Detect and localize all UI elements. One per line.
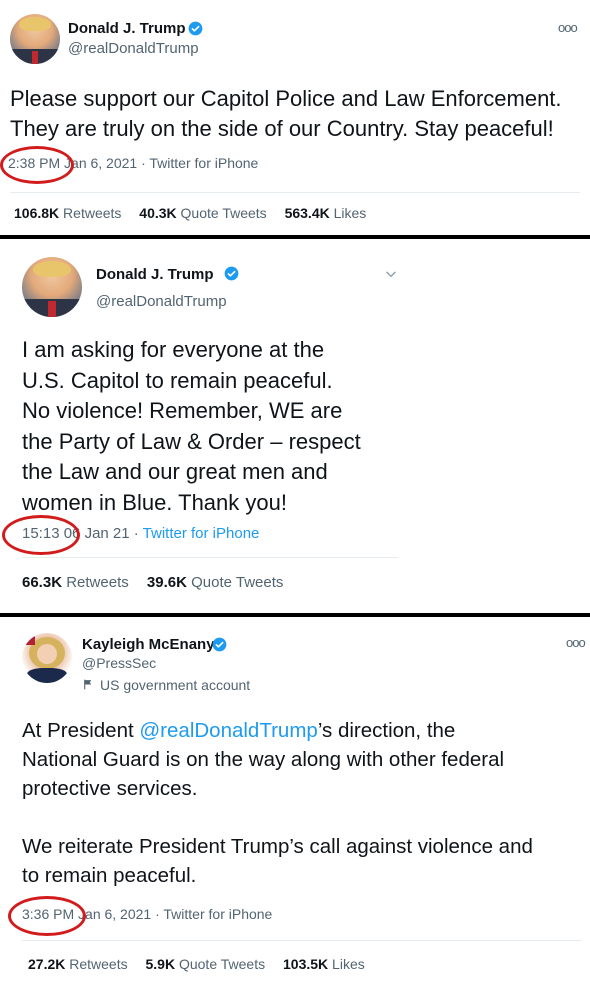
divider <box>22 557 398 558</box>
tweet-card-2: Donald J. Trump @realDonaldTrump I am as… <box>0 239 590 613</box>
divider <box>10 192 580 193</box>
author-handle[interactable]: @realDonaldTrump <box>96 293 227 310</box>
verified-badge-icon <box>212 637 227 652</box>
author-handle[interactable]: @PressSec <box>82 655 156 671</box>
more-options-icon[interactable]: ooo <box>566 635 586 650</box>
quote-tweets-stat[interactable]: 39.6K Quote Tweets <box>147 574 283 591</box>
engagement-stats: 106.8K Retweets 40.3K Quote Tweets 563.4… <box>14 205 380 221</box>
author-name[interactable]: Donald J. Trump <box>96 266 214 283</box>
quote-tweets-stat[interactable]: 5.9K Quote Tweets <box>146 956 266 972</box>
quote-tweets-stat[interactable]: 40.3K Quote Tweets <box>139 205 266 221</box>
likes-stat[interactable]: 103.5K Likes <box>283 956 365 972</box>
verified-badge-icon <box>224 266 239 281</box>
tweet-source[interactable]: Twitter for iPhone <box>163 906 272 922</box>
highlight-circle <box>8 896 86 936</box>
retweets-stat[interactable]: 66.3K Retweets <box>22 574 129 591</box>
likes-stat[interactable]: 563.4K Likes <box>285 205 367 221</box>
engagement-stats: 27.2K Retweets 5.9K Quote Tweets 103.5K … <box>28 956 379 972</box>
government-flag-icon <box>84 679 92 690</box>
more-options-icon[interactable]: ooo <box>558 20 578 35</box>
tweet-card-3: Kayleigh McEnany @PressSec ooo US govern… <box>0 617 590 985</box>
avatar[interactable] <box>22 257 82 317</box>
tweet-text: Please support our Capitol Police and La… <box>10 86 562 141</box>
verified-badge-icon <box>188 21 203 36</box>
tweet-source[interactable]: Twitter for iPhone <box>143 525 260 542</box>
retweets-stat[interactable]: 106.8K Retweets <box>14 205 121 221</box>
government-account-label: US government account <box>100 677 251 693</box>
highlight-circle <box>2 515 80 555</box>
highlight-circle <box>0 146 74 184</box>
author-name[interactable]: Donald J. Trump <box>68 20 186 37</box>
avatar[interactable] <box>22 633 72 683</box>
tweet-source[interactable]: Twitter for iPhone <box>149 155 258 171</box>
tweet-card-1: Donald J. Trump @realDonaldTrump ooo Ple… <box>0 0 590 235</box>
tweet-date[interactable]: Jan 6, 2021 <box>64 155 137 171</box>
retweets-stat[interactable]: 27.2K Retweets <box>28 956 128 972</box>
tweet-date[interactable]: Jan 6, 2021 <box>78 906 151 922</box>
engagement-stats: 66.3K Retweets 39.6K Quote Tweets <box>22 574 297 591</box>
tweet-text: I am asking for everyone at the U.S. Cap… <box>22 337 361 515</box>
author-name[interactable]: Kayleigh McEnany <box>82 636 215 653</box>
author-handle[interactable]: @realDonaldTrump <box>68 40 199 57</box>
avatar[interactable] <box>10 14 60 64</box>
divider <box>22 940 582 941</box>
chevron-down-icon[interactable] <box>384 267 398 281</box>
mention-link[interactable]: @realDonaldTrump <box>139 719 317 742</box>
tweet-text: At President @realDonaldTrump’s directio… <box>22 719 533 887</box>
